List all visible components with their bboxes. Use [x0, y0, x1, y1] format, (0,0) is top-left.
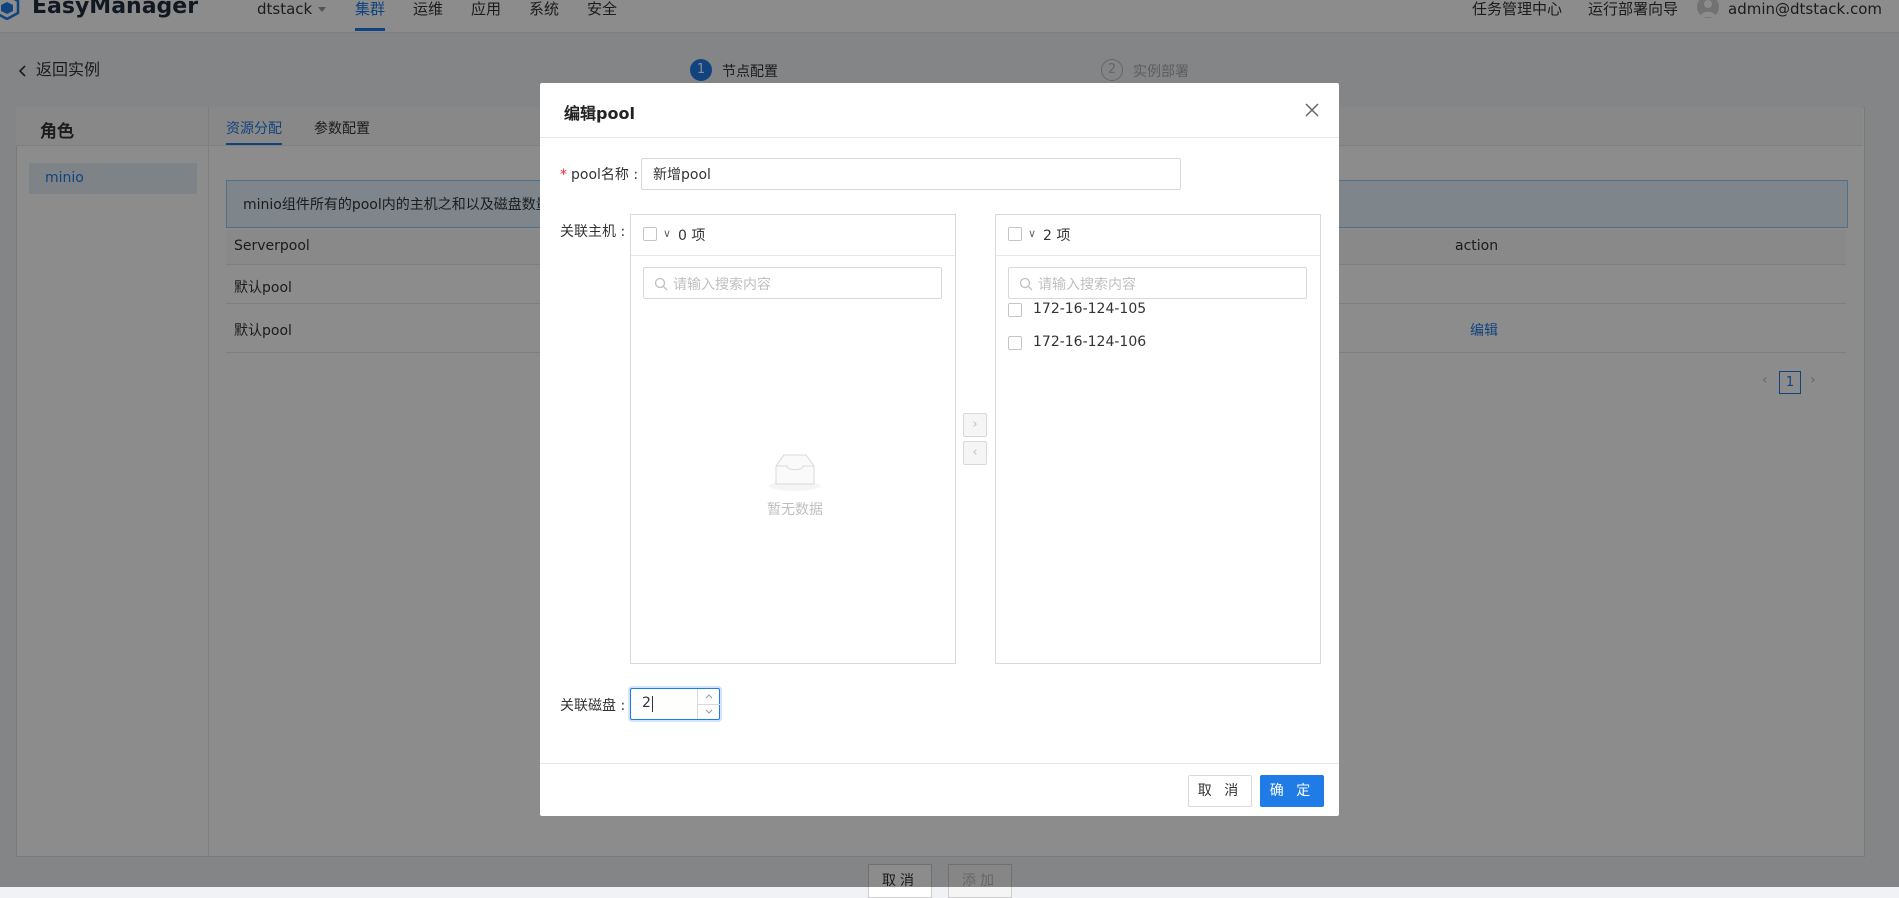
disk-value: 2 — [642, 695, 651, 711]
close-icon[interactable] — [1303, 101, 1321, 119]
modal-header: 编辑pool — [540, 83, 1339, 138]
source-search-input[interactable]: 请输入搜索内容 — [643, 267, 942, 299]
disk-number-input[interactable]: 2 — [630, 688, 720, 720]
cancel-button[interactable]: 取 消 — [1188, 775, 1252, 807]
modal-footer-divider — [540, 763, 1339, 764]
pool-name-label: * pool名称 : — [560, 167, 639, 183]
hosts-label: 关联主机 : — [560, 224, 626, 240]
chevron-down-icon[interactable] — [705, 709, 713, 715]
empty-text: 暂无数据 — [767, 502, 823, 518]
move-left-button[interactable]: ‹ — [963, 441, 987, 465]
list-item[interactable]: 172-16-124-105 — [1033, 301, 1146, 317]
number-stepper[interactable] — [697, 689, 720, 719]
required-mark: * — [560, 167, 567, 183]
target-count: 2 项 — [1043, 228, 1071, 244]
search-placeholder: 请输入搜索内容 — [673, 277, 771, 293]
edit-pool-modal: 编辑pool *pool名称 : 关联主机 : ∨ 0 项 请输入搜索内容 暂无… — [540, 83, 1339, 816]
list-item[interactable]: 172-16-124-106 — [1033, 334, 1146, 350]
ok-button[interactable]: 确 定 — [1260, 775, 1324, 807]
search-icon — [654, 277, 668, 291]
transfer-target-panel: ∨ 2 项 请输入搜索内容 172-16-124-105 172-16-124-… — [995, 214, 1321, 664]
transfer-source-panel: ∨ 0 项 请输入搜索内容 暂无数据 — [630, 214, 956, 664]
stepper-divider — [698, 704, 720, 705]
select-all-checkbox[interactable] — [643, 227, 657, 241]
source-count: 0 项 — [678, 228, 706, 244]
host-checkbox[interactable] — [1008, 303, 1022, 317]
chevron-down-icon[interactable]: ∨ — [1028, 227, 1036, 240]
empty-inbox-icon — [769, 454, 821, 491]
search-icon — [1019, 277, 1033, 291]
move-right-button[interactable]: › — [963, 413, 987, 437]
disk-label: 关联磁盘 : — [560, 698, 626, 714]
search-placeholder: 请输入搜索内容 — [1038, 277, 1136, 293]
chevron-down-icon[interactable]: ∨ — [663, 227, 671, 240]
modal-title: 编辑pool — [564, 104, 635, 123]
pool-name-input[interactable] — [641, 158, 1181, 190]
text-cursor — [652, 696, 653, 712]
host-checkbox[interactable] — [1008, 336, 1022, 350]
select-all-checkbox[interactable] — [1008, 227, 1022, 241]
transfer-source-header: ∨ 0 项 — [631, 215, 955, 256]
chevron-up-icon[interactable] — [705, 693, 713, 699]
target-search-input[interactable]: 请输入搜索内容 — [1008, 267, 1307, 299]
transfer-target-header: ∨ 2 项 — [996, 215, 1320, 256]
